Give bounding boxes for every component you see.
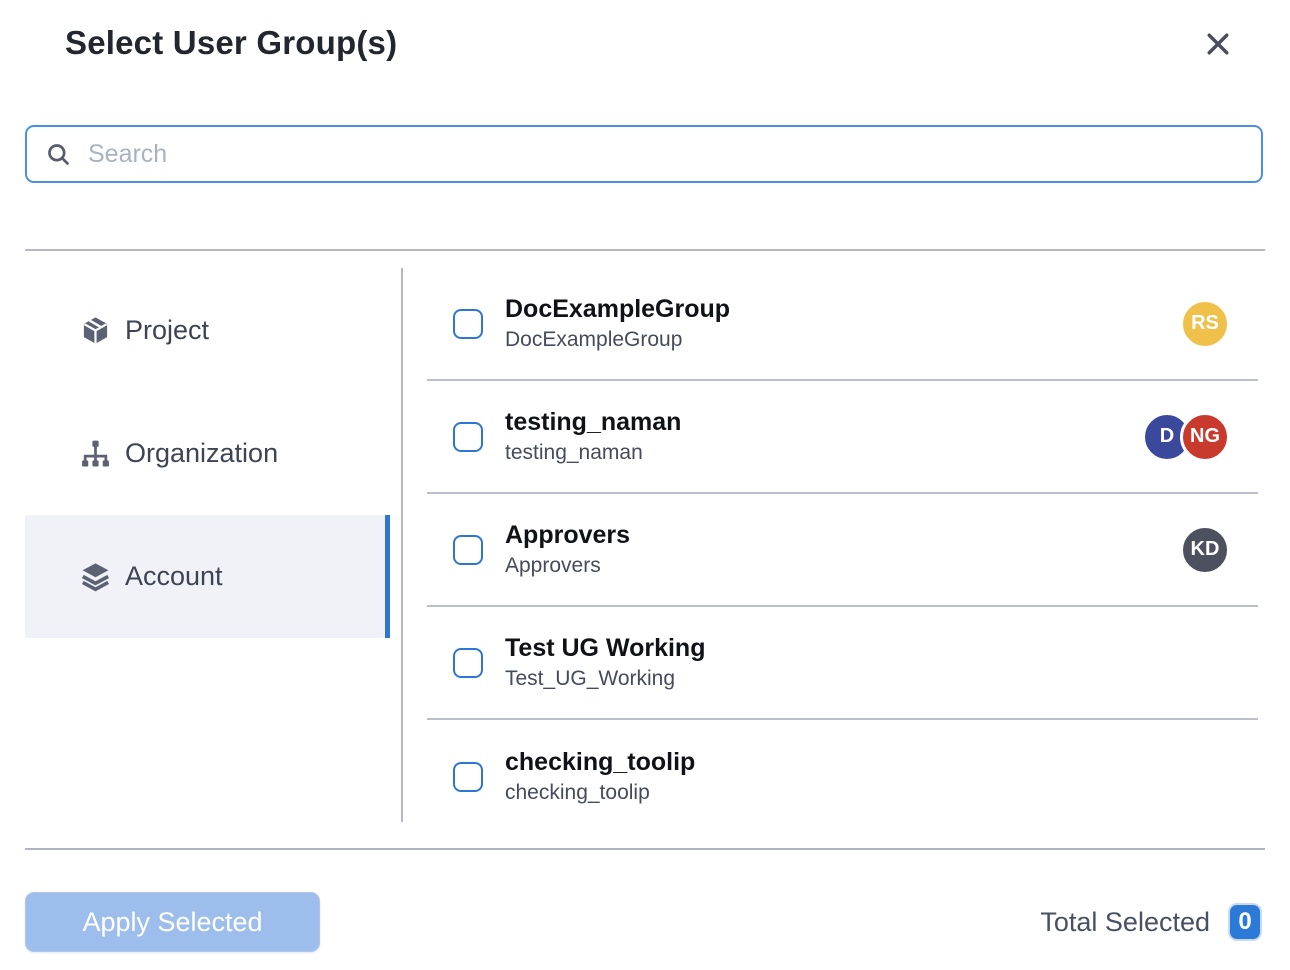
group-row[interactable]: checking_toolip checking_toolip bbox=[427, 720, 1258, 833]
group-subtitle: Test_UG_Working bbox=[505, 666, 705, 691]
avatar: NG bbox=[1180, 412, 1230, 462]
group-row[interactable]: Approvers Approvers KD bbox=[427, 494, 1258, 607]
group-checkbox[interactable] bbox=[453, 762, 483, 792]
group-row[interactable]: testing_naman testing_naman DNG bbox=[427, 381, 1258, 494]
footer-divider bbox=[25, 848, 1265, 850]
cube-icon bbox=[80, 315, 111, 346]
sitemap-icon bbox=[80, 438, 111, 469]
total-selected-badge: 0 bbox=[1228, 903, 1262, 941]
search-box bbox=[25, 125, 1263, 183]
select-user-groups-dialog: Select User Group(s) Project Organizatio… bbox=[0, 0, 1290, 970]
apply-selected-button[interactable]: Apply Selected bbox=[25, 892, 320, 952]
sidebar-item-label: Account bbox=[125, 561, 223, 592]
group-list: DocExampleGroup DocExampleGroup RS testi… bbox=[427, 268, 1258, 833]
avatar-group: DNG bbox=[1142, 412, 1230, 462]
group-row[interactable]: DocExampleGroup DocExampleGroup RS bbox=[427, 268, 1258, 381]
sidebar-item-account[interactable]: Account bbox=[25, 515, 390, 638]
group-name: Approvers bbox=[505, 520, 630, 550]
group-subtitle: testing_naman bbox=[505, 440, 681, 465]
sidebar: Project Organization Account bbox=[25, 269, 390, 638]
group-subtitle: Approvers bbox=[505, 553, 630, 578]
avatar: KD bbox=[1180, 525, 1230, 575]
group-checkbox[interactable] bbox=[453, 422, 483, 452]
group-checkbox[interactable] bbox=[453, 309, 483, 339]
group-name: checking_toolip bbox=[505, 747, 695, 777]
search-icon bbox=[45, 141, 72, 168]
sidebar-item-project[interactable]: Project bbox=[25, 269, 390, 392]
header-divider bbox=[25, 249, 1265, 251]
group-checkbox[interactable] bbox=[453, 648, 483, 678]
close-icon bbox=[1203, 29, 1233, 59]
close-button[interactable] bbox=[1199, 25, 1237, 63]
total-selected-label: Total Selected bbox=[1040, 907, 1210, 938]
avatar: RS bbox=[1180, 299, 1230, 349]
group-subtitle: checking_toolip bbox=[505, 780, 695, 805]
group-row[interactable]: Test UG Working Test_UG_Working bbox=[427, 607, 1258, 720]
total-selected: Total Selected 0 bbox=[1040, 901, 1262, 943]
vertical-divider bbox=[401, 268, 403, 822]
group-checkbox[interactable] bbox=[453, 535, 483, 565]
layers-icon bbox=[80, 561, 111, 592]
search-input[interactable] bbox=[88, 140, 1243, 169]
sidebar-item-label: Organization bbox=[125, 438, 278, 469]
avatar-group: RS bbox=[1180, 299, 1230, 349]
group-subtitle: DocExampleGroup bbox=[505, 327, 730, 352]
avatar-group: KD bbox=[1180, 525, 1230, 575]
dialog-title: Select User Group(s) bbox=[65, 24, 397, 62]
sidebar-item-organization[interactable]: Organization bbox=[25, 392, 390, 515]
sidebar-item-label: Project bbox=[125, 315, 209, 346]
group-name: Test UG Working bbox=[505, 633, 705, 663]
group-name: testing_naman bbox=[505, 407, 681, 437]
group-name: DocExampleGroup bbox=[505, 294, 730, 324]
